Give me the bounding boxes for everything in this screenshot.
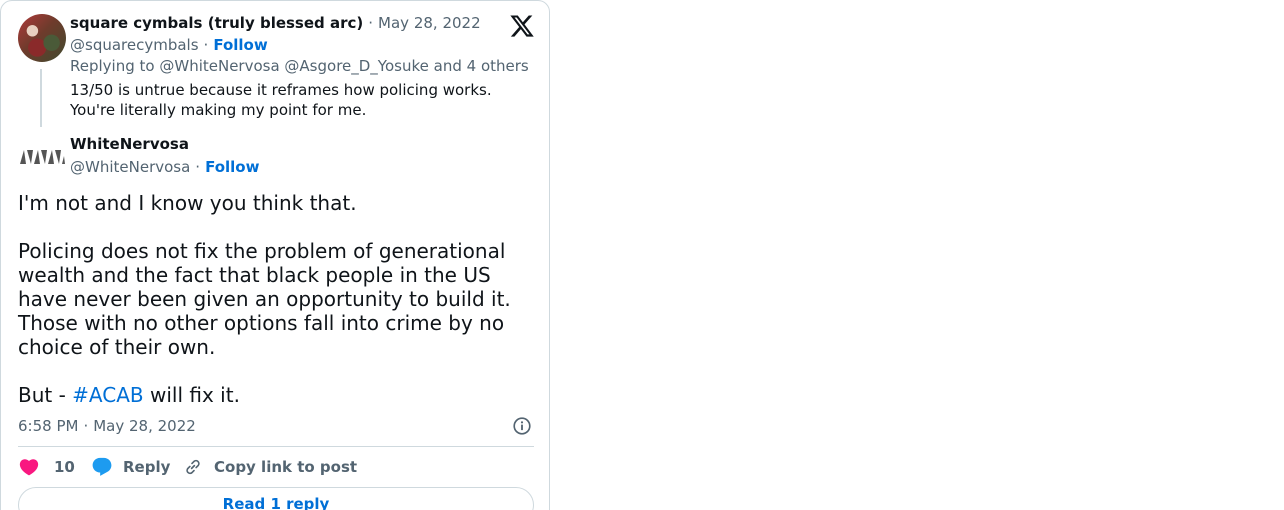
like-button[interactable]: 10 — [18, 455, 75, 479]
parent-handle[interactable]: @squarecymbals — [70, 36, 199, 54]
separator-dot: · — [195, 158, 201, 176]
avatar[interactable] — [18, 14, 66, 62]
like-count: 10 — [54, 458, 75, 476]
separator-dot: · — [83, 417, 89, 435]
author-display-name[interactable]: WhiteNervosa — [70, 134, 189, 154]
parent-tweet-header: square cymbals (truly blessed arc) · May 2… — [70, 13, 481, 33]
parent-display-name[interactable]: square cymbals (truly blessed arc) — [70, 14, 363, 32]
separator-dot: · — [368, 14, 374, 32]
replying-to: Replying to @WhiteNervosa @Asgore_D_Yosu… — [70, 56, 529, 76]
divider — [18, 446, 534, 447]
separator-dot: · — [203, 36, 209, 54]
parent-date[interactable]: May 28, 2022 — [378, 14, 481, 32]
tweet-body: I'm not and I know you think that. Polic… — [18, 191, 511, 359]
replying-suffix[interactable]: and 4 others — [434, 57, 529, 75]
avatar[interactable] — [18, 142, 66, 166]
hashtag-link[interactable]: #ACAB — [72, 383, 143, 407]
replying-to-handles[interactable]: @WhiteNervosa @Asgore_D_Yosuke — [159, 57, 429, 75]
copy-link-button[interactable]: Copy link to post — [182, 455, 357, 479]
x-logo-icon[interactable] — [509, 13, 535, 39]
embedded-tweet-card: square cymbals (truly blessed arc) · May 2… — [0, 0, 550, 510]
follow-button[interactable]: Follow — [213, 36, 267, 54]
reply-button[interactable]: Reply — [91, 455, 170, 479]
reply-label: Reply — [123, 458, 171, 476]
tweet-time[interactable]: 6:58 PM — [18, 417, 78, 435]
link-icon — [186, 459, 200, 475]
tweet-date[interactable]: May 28, 2022 — [93, 417, 196, 435]
info-icon[interactable] — [511, 415, 533, 437]
tweet-text: I'm not and I know you think that. Polic… — [18, 191, 534, 408]
read-replies-button[interactable]: Read 1 reply — [18, 487, 534, 510]
parent-handle-line: @squarecymbals · Follow — [70, 35, 268, 55]
heart-icon — [19, 459, 39, 476]
tweet-body-end-suffix: will fix it. — [143, 383, 240, 407]
thread-connector — [40, 69, 42, 127]
copy-link-label: Copy link to post — [214, 458, 358, 476]
speech-bubble-icon — [92, 457, 112, 476]
parent-tweet-text: 13/50 is untrue because it reframes how … — [70, 81, 492, 119]
follow-button[interactable]: Follow — [205, 158, 259, 176]
author-handle-line: @WhiteNervosa · Follow — [70, 157, 259, 177]
tweet-body-end-prefix: But - — [18, 383, 73, 407]
author-handle[interactable]: @WhiteNervosa — [70, 158, 190, 176]
tweet-timestamp[interactable]: 6:58 PM · May 28, 2022 — [18, 416, 196, 436]
replying-prefix: Replying to — [70, 57, 155, 75]
